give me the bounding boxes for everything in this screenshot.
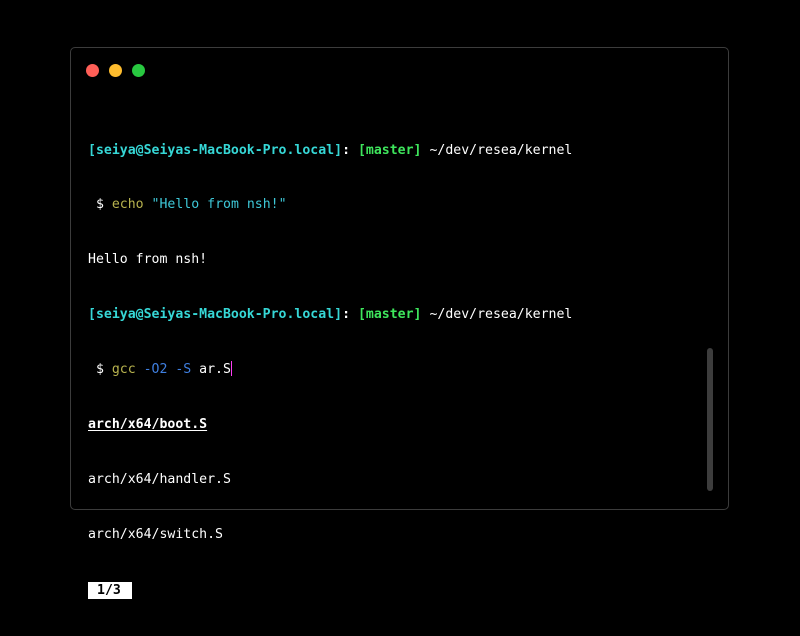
zoom-button[interactable] xyxy=(132,64,145,77)
terminal-content[interactable]: [seiya@Seiyas-MacBook-Pro.local]: [maste… xyxy=(88,105,708,636)
prompt-line: [seiya@Seiyas-MacBook-Pro.local]: [maste… xyxy=(88,306,708,324)
prompt-path: ~/dev/resea/kernel xyxy=(421,307,573,323)
prompt-user-host: [seiya@Seiyas-MacBook-Pro.local] xyxy=(88,307,343,323)
completion-item[interactable]: arch/x64/switch.S xyxy=(88,526,708,544)
traffic-lights xyxy=(86,64,145,77)
prompt-user-host: [seiya@Seiyas-MacBook-Pro.local] xyxy=(88,142,343,158)
close-button[interactable] xyxy=(86,64,99,77)
command-name: gcc xyxy=(111,362,136,378)
terminal-window: [seiya@Seiyas-MacBook-Pro.local]: [maste… xyxy=(70,47,729,599)
completion-item[interactable]: arch/x64/handler.S xyxy=(88,471,708,489)
prompt-branch: [master] xyxy=(357,307,422,323)
prompt-path: ~/dev/resea/kernel xyxy=(421,142,573,158)
minimize-button[interactable] xyxy=(109,64,122,77)
prompt-colon: : xyxy=(342,142,351,158)
prompt-colon: : xyxy=(342,307,351,323)
command-input-line[interactable]: $ gcc -O2 -S ar.S xyxy=(88,361,708,379)
prompt-line: [seiya@Seiyas-MacBook-Pro.local]: [maste… xyxy=(88,142,708,160)
scrollbar[interactable] xyxy=(707,348,713,491)
text-cursor xyxy=(230,361,232,377)
command-prefix: $ xyxy=(88,197,112,213)
command-space xyxy=(144,197,152,212)
command-output: Hello from nsh! xyxy=(88,252,208,268)
command-argument: ar.S xyxy=(191,362,231,378)
completion-pager-indicator: 1/3 xyxy=(88,581,132,599)
command-name: echo xyxy=(111,197,144,213)
command-flags: -O2 -S xyxy=(135,362,192,378)
pager-line: 1/3 xyxy=(88,581,708,599)
completion-item-selected[interactable]: arch/x64/boot.S xyxy=(88,416,708,434)
command-line: $ echo "Hello from nsh!" xyxy=(88,196,708,214)
prompt-branch: [master] xyxy=(357,142,422,158)
command-prefix: $ xyxy=(88,362,112,378)
command-argument: "Hello from nsh!" xyxy=(151,197,287,213)
